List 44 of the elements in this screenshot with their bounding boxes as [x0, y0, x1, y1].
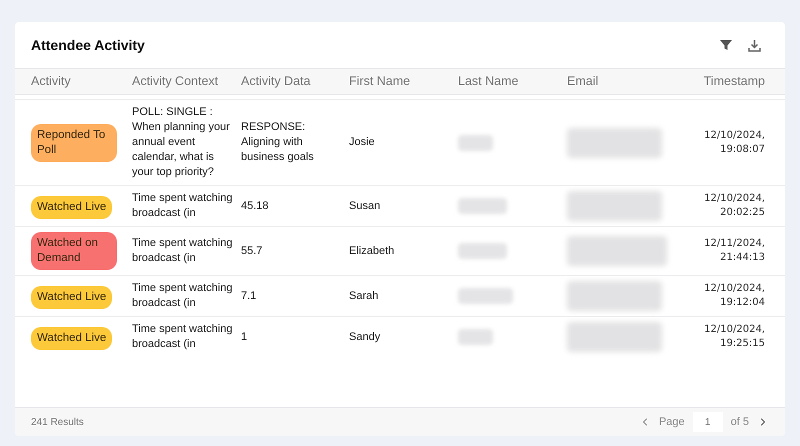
- activity-data: RESPONSE: Aligning with business goals: [241, 120, 315, 165]
- timestamp: 12/10/2024, 19:25:15: [703, 323, 766, 351]
- first-name: Susan: [349, 198, 382, 214]
- filter-icon[interactable]: [720, 39, 732, 51]
- timestamp: 12/11/2024, 21:44:13: [703, 237, 766, 265]
- first-name: Josie: [349, 135, 376, 150]
- activity-data: 55.7: [241, 244, 264, 258]
- column-header[interactable]: Email: [567, 72, 677, 91]
- activity-badge: Watched Live: [31, 326, 112, 350]
- activity-badge: Watched on Demand: [31, 232, 117, 270]
- redacted-last-name: [458, 198, 507, 214]
- activity-badge: Watched Live: [31, 196, 112, 218]
- activity-badge: Reponded To Poll: [31, 124, 117, 162]
- activity-data: 7.1: [241, 288, 258, 304]
- activity-data: 1: [241, 330, 248, 344]
- column-header[interactable]: Activity Data: [241, 72, 349, 91]
- redacted-last-name: [458, 288, 513, 304]
- page-label: Page: [658, 414, 685, 430]
- activity-data: 45.18: [241, 198, 270, 214]
- column-header[interactable]: Timestamp: [677, 72, 769, 91]
- column-header[interactable]: First Name: [349, 72, 458, 91]
- activity-context: POLL: SINGLE : When planning your annual event calendar, what is your top priority?: [132, 105, 231, 180]
- download-icon[interactable]: [748, 38, 761, 52]
- activity-context: Time spent watching broadcast (in: [132, 322, 234, 352]
- timestamp: 12/10/2024, 20:02:25: [703, 192, 766, 220]
- activity-context: Time spent watching broadcast (in: [132, 281, 234, 311]
- redacted-last-name: [458, 329, 493, 345]
- redacted-last-name: [458, 243, 507, 259]
- page-total: of 5: [730, 414, 749, 430]
- activity-badge: Watched Live: [31, 286, 112, 308]
- card-title: Attendee Activity: [31, 36, 145, 55]
- column-header[interactable]: Last Name: [458, 72, 567, 91]
- activity-context: Time spent watching broadcast (in: [132, 236, 234, 266]
- column-header[interactable]: Activity Context: [132, 72, 241, 91]
- first-name: Elizabeth: [349, 244, 396, 259]
- first-name: Sandy: [349, 330, 382, 345]
- redacted-last-name: [458, 134, 493, 150]
- page-field[interactable]: 1: [692, 412, 723, 432]
- activity-context: Time spent watching broadcast (in: [132, 191, 234, 221]
- timestamp: 12/10/2024, 19:08:07: [703, 128, 766, 156]
- results-count: 241 Results: [31, 416, 84, 430]
- column-header[interactable]: Activity: [31, 72, 132, 91]
- first-name: Sarah: [349, 288, 380, 304]
- timestamp: 12/10/2024, 19:12:04: [703, 282, 766, 310]
